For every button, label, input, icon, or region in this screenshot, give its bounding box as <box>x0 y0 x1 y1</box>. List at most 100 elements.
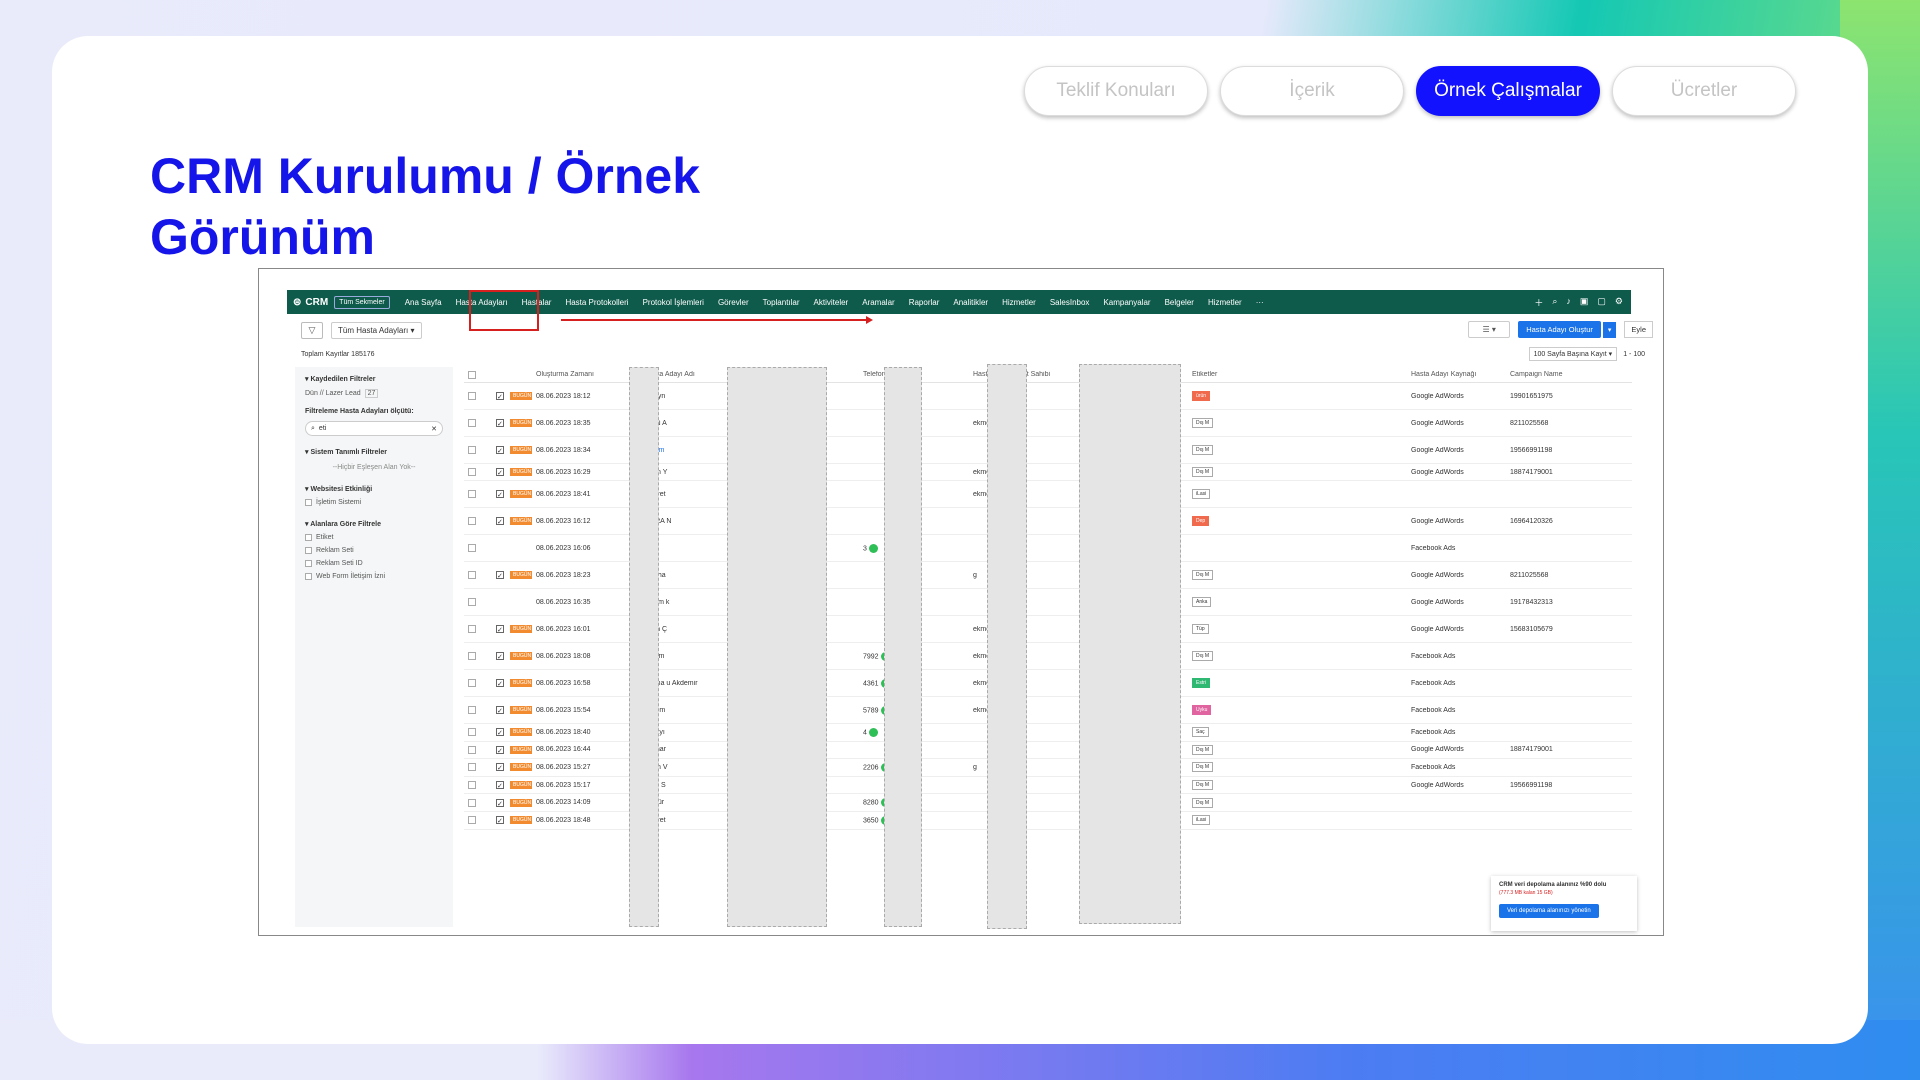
filter-icon[interactable]: ▽ <box>301 321 323 339</box>
row-checkbox[interactable] <box>468 781 476 790</box>
campaign-name-cell: 19178432313 <box>1510 598 1553 606</box>
view-select[interactable]: Tüm Hasta Adayları ▾ <box>331 321 422 339</box>
row-checkbox[interactable] <box>468 745 476 754</box>
row-checkbox[interactable] <box>468 679 476 687</box>
row-checkbox[interactable] <box>468 652 476 660</box>
web-filter-item[interactable]: İşletim Sistemi <box>305 499 443 506</box>
field-filter-item[interactable]: Web Form İletişim İzni <box>305 573 443 580</box>
row-checkbox[interactable] <box>468 706 476 714</box>
tag-cell: ✓ BUGÜN <box>492 679 532 687</box>
campaign-name-cell: 19566991198 <box>1510 781 1553 789</box>
crm-tab[interactable]: SalesInbox <box>1043 298 1097 307</box>
crm-tab[interactable]: Analitikler <box>946 298 995 307</box>
campaign-name-cell: 19566991198 <box>1510 446 1553 454</box>
checkbox[interactable] <box>305 573 312 580</box>
bell-icon[interactable]: ♪ <box>1566 296 1571 309</box>
field-filter-item[interactable]: Reklam Seti <box>305 547 443 554</box>
labels-cell: Dış M <box>1188 418 1407 428</box>
row-checkbox[interactable] <box>468 446 476 454</box>
checkbox[interactable] <box>305 560 312 567</box>
row-checkbox[interactable] <box>468 625 476 633</box>
labels-cell: Estri <box>1188 678 1407 688</box>
row-select-cell <box>464 745 492 754</box>
checked-icon: ✓ <box>496 517 504 525</box>
per-page-select[interactable]: 100 Sayfa Başına Kayıt ▾ <box>1528 347 1618 361</box>
row-checkbox[interactable] <box>468 571 476 579</box>
crm-screenshot: ⊜ CRM Tüm Sekmeler Ana Sayfa Hasta Adaylar… <box>258 268 1664 936</box>
nav-pill-proposal-topics[interactable]: Teklif Konuları <box>1024 66 1208 116</box>
checked-icon: ✓ <box>496 571 504 579</box>
column-header[interactable]: Oluşturma Zamanı <box>532 371 641 378</box>
crm-tab[interactable]: Hizmetler <box>1201 298 1249 307</box>
crm-tab[interactable]: Hasta Protokolleri <box>558 298 635 307</box>
row-checkbox[interactable] <box>468 392 476 400</box>
row-checkbox[interactable] <box>468 544 476 552</box>
lead-source-cell: Google AdWords <box>1411 446 1464 454</box>
gear-icon[interactable]: ⚙ <box>1615 296 1623 309</box>
nav-pill-pricing[interactable]: Ücretler <box>1612 66 1796 116</box>
column-header[interactable]: Campaign Name <box>1506 371 1632 378</box>
row-checkbox[interactable] <box>468 763 476 772</box>
total-records: Toplam Kayıtlar 185176 <box>301 351 375 358</box>
saved-filters-heading[interactable]: ▾ Kaydedilen Filtreler <box>305 375 443 383</box>
crm-tab[interactable]: Toplantılar <box>756 298 807 307</box>
checkbox[interactable] <box>305 499 312 506</box>
crm-tab[interactable]: Raporlar <box>902 298 947 307</box>
created-time-cell: 08.06.2023 15:17 <box>536 781 591 789</box>
all-tabs-button[interactable]: Tüm Sekmeler <box>334 295 390 309</box>
crm-tab[interactable]: Kampanyalar <box>1096 298 1157 307</box>
search-icon[interactable]: ⌕ <box>1552 296 1557 309</box>
today-tag: BUGÜN <box>510 763 532 772</box>
redaction-block <box>1079 364 1181 924</box>
whatsapp-icon[interactable] <box>868 543 878 553</box>
created-time-cell: 08.06.2023 16:06 <box>536 544 591 552</box>
filter-by-heading: Filtreleme Hasta Adayları ölçütü: <box>305 408 414 415</box>
row-select-cell <box>464 728 492 737</box>
create-lead-button[interactable]: Hasta Adayı Oluştur <box>1518 321 1601 338</box>
checkbox[interactable] <box>305 534 312 541</box>
crm-tab[interactable]: Ana Sayfa <box>398 298 449 307</box>
row-checkbox[interactable] <box>468 798 476 807</box>
tag-cell: ✓ BUGÜN <box>492 625 532 633</box>
crm-tab[interactable]: Aktiviteler <box>807 298 856 307</box>
crm-tab[interactable]: Hizmetler <box>995 298 1043 307</box>
create-lead-caret-icon[interactable]: ▾ <box>1601 321 1617 338</box>
system-filters-heading[interactable]: ▾ Sistem Tanımlı Filtreler <box>305 448 443 456</box>
crm-tab[interactable]: Aramalar <box>855 298 901 307</box>
lead-source-cell: Google AdWords <box>1411 419 1464 427</box>
saved-filter-item[interactable]: Dün // Lazer Lead 27 <box>305 389 443 398</box>
crm-tab[interactable]: Belgeler <box>1158 298 1201 307</box>
row-checkbox[interactable] <box>468 490 476 498</box>
manage-storage-button[interactable]: Veri depolama alanınızı yönetin <box>1499 904 1599 918</box>
column-header[interactable]: Etiketler <box>1188 371 1407 378</box>
select-all-checkbox[interactable] <box>468 370 476 379</box>
checked-icon: ✓ <box>496 763 504 772</box>
lead-source-cell: Google AdWords <box>1411 571 1464 579</box>
calendar-icon[interactable]: ▣ <box>1580 296 1589 309</box>
close-icon[interactable]: ✕ <box>431 425 437 433</box>
row-checkbox[interactable] <box>468 468 476 476</box>
list-view-toggle[interactable]: ☰ ▾ <box>1468 321 1511 338</box>
nav-pill-content[interactable]: İçerik <box>1220 66 1404 116</box>
web-activity-heading[interactable]: ▾ Websitesi Etkinliği <box>305 485 443 493</box>
add-icon[interactable]: ＋ <box>1534 296 1543 309</box>
row-checkbox[interactable] <box>468 517 476 525</box>
crm-tab[interactable]: ··· <box>1249 298 1271 307</box>
checkbox[interactable] <box>305 547 312 554</box>
row-checkbox[interactable] <box>468 419 476 427</box>
crm-tab[interactable]: Görevler <box>711 298 756 307</box>
field-filters-heading[interactable]: ▾ Alanlara Göre Filtrele <box>305 520 443 528</box>
window-icon[interactable]: ▢ <box>1597 296 1606 309</box>
nav-pill-case-studies[interactable]: Örnek Çalışmalar <box>1416 66 1600 116</box>
crm-tab[interactable]: Protokol İşlemleri <box>636 298 711 307</box>
row-checkbox[interactable] <box>468 816 476 825</box>
field-filter-item[interactable]: Etiket <box>305 534 443 541</box>
actions-button[interactable]: Eyle <box>1624 321 1653 338</box>
column-header[interactable]: Hasta Adayı Kaynağı <box>1407 371 1506 378</box>
row-checkbox[interactable] <box>468 598 476 606</box>
labels-cell: iLasi <box>1188 815 1407 826</box>
filter-search-input[interactable]: ⌕ eti ✕ <box>305 421 443 436</box>
whatsapp-icon[interactable] <box>868 727 878 737</box>
field-filter-item[interactable]: Reklam Seti ID <box>305 560 443 567</box>
row-checkbox[interactable] <box>468 728 476 737</box>
